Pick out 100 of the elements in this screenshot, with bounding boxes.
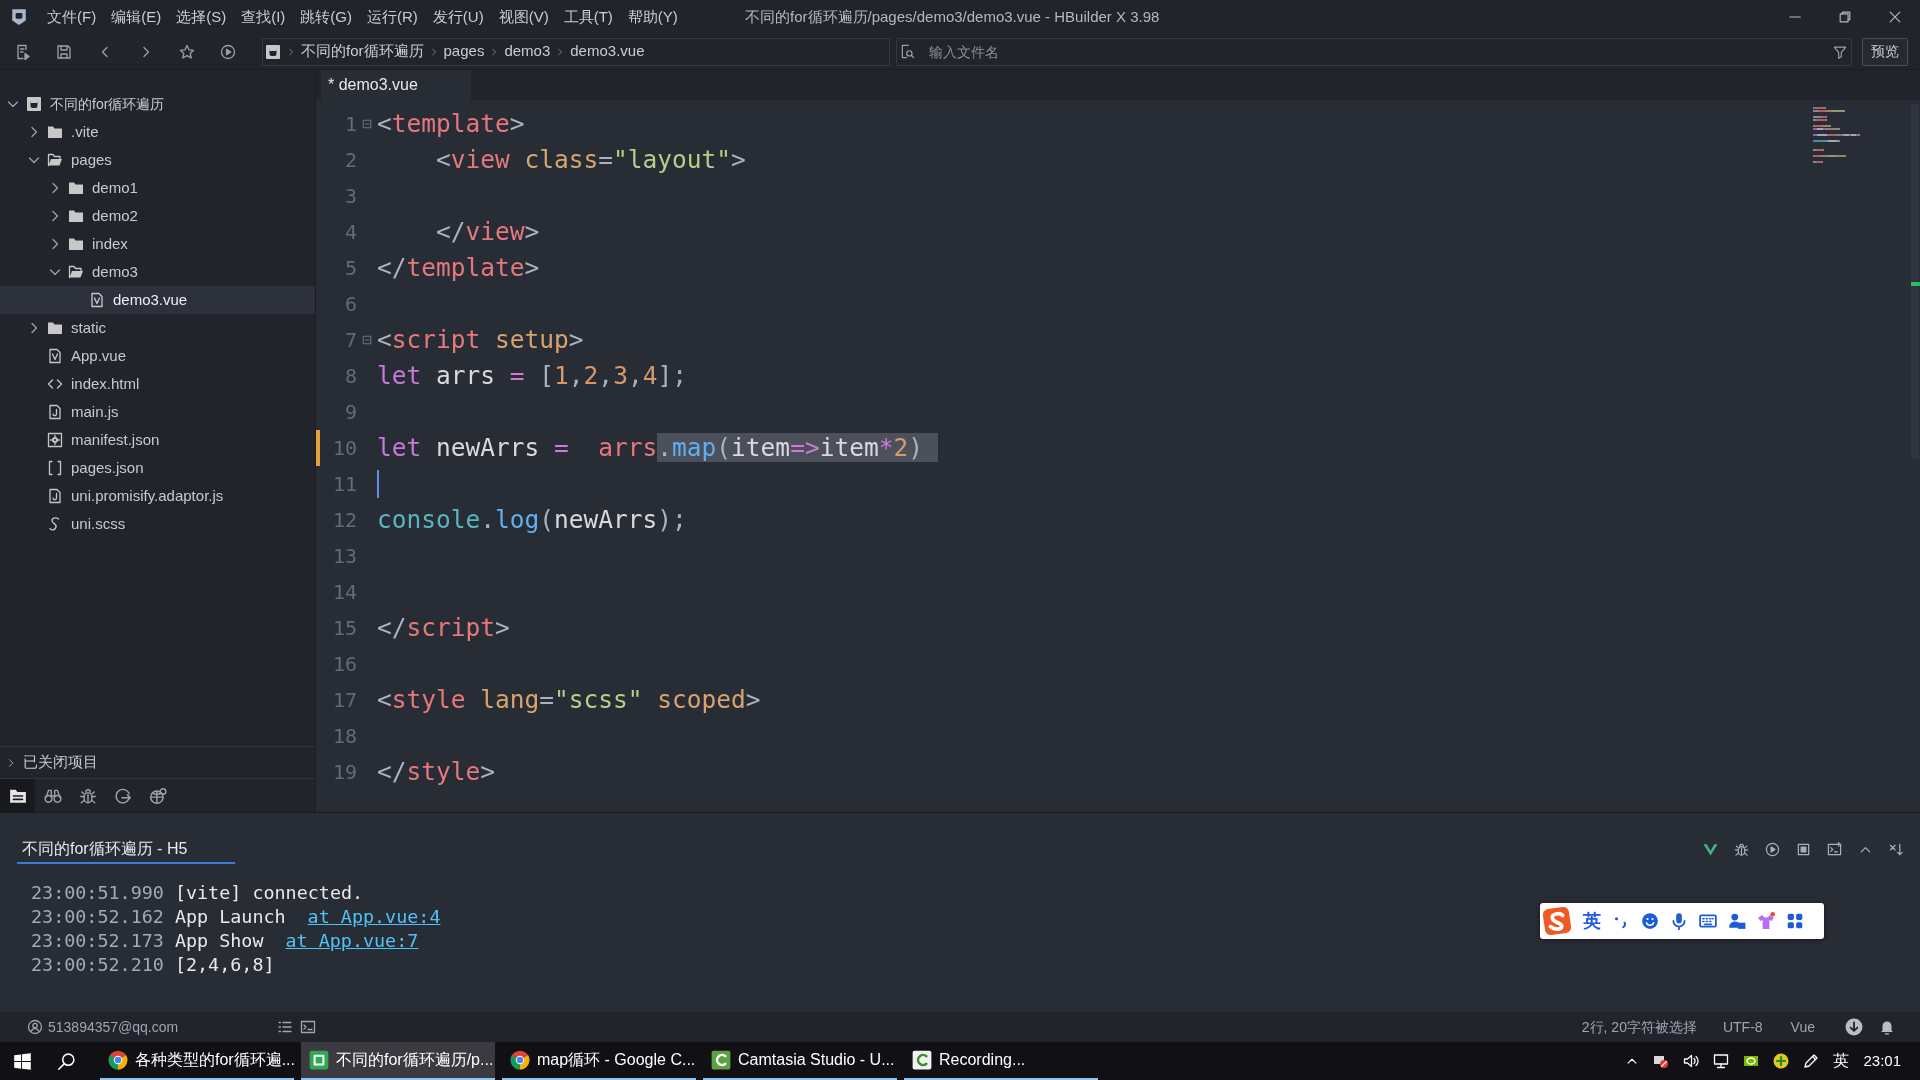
input-mode-indicator[interactable]: 英 <box>1833 1049 1850 1073</box>
monitor-icon[interactable] <box>1713 1053 1730 1069</box>
tree-item[interactable]: 不同的for循环遍历 <box>0 90 315 118</box>
filter-icon[interactable] <box>1833 44 1847 59</box>
folder-icon <box>68 236 84 252</box>
input-mode-button[interactable]: 英 <box>1583 910 1601 932</box>
bug-icon <box>78 786 97 805</box>
tree-item[interactable]: App.vue <box>0 342 315 370</box>
menu-item[interactable]: 帮助(Y) <box>627 5 678 29</box>
menu-item[interactable]: 跳转(G) <box>300 5 352 29</box>
tree-item[interactable]: uni.scss <box>0 510 315 538</box>
line-number: 17 <box>332 688 357 712</box>
clear-icon[interactable] <box>1889 841 1904 857</box>
app-icon <box>309 1050 329 1070</box>
blocked-icon[interactable] <box>1653 1053 1670 1069</box>
tree-item[interactable]: pages <box>0 146 315 174</box>
ime-logo-icon[interactable] <box>1542 906 1572 936</box>
console-link[interactable]: at App.vue:7 <box>285 929 419 953</box>
project-icon <box>26 96 42 112</box>
taskbar-app-button[interactable]: Recording... <box>904 1042 1098 1080</box>
terminal-plus-icon[interactable] <box>1827 841 1842 857</box>
console-link[interactable]: at App.vue:4 <box>307 905 441 929</box>
menu-item[interactable]: 文件(F) <box>47 5 97 29</box>
file-search-icon <box>900 43 915 59</box>
tree-item[interactable]: manifest.json <box>0 426 315 454</box>
fold-icon[interactable] <box>362 119 372 129</box>
tree-item[interactable]: main.js <box>0 398 315 426</box>
code-line: </style> <box>377 756 496 788</box>
smiley-icon[interactable] <box>1641 912 1659 930</box>
editor-tab[interactable]: * demo3.vue <box>321 70 471 100</box>
tree-item[interactable]: demo3 <box>0 258 315 286</box>
breadcrumb-item[interactable]: 不同的for循环遍历 <box>301 40 424 63</box>
star-icon[interactable] <box>178 43 195 60</box>
play-circle-icon[interactable] <box>1765 841 1780 857</box>
menu-item[interactable]: 编辑(E) <box>111 5 162 29</box>
keyboard-icon[interactable] <box>1699 912 1717 930</box>
shirt-icon[interactable] <box>1757 912 1775 930</box>
v-logo-icon[interactable] <box>1703 841 1718 857</box>
tree-item[interactable]: .vite <box>0 118 315 146</box>
code-line: <script setup> <box>377 324 584 356</box>
taskbar-app-button[interactable]: Camtasia Studio - U... <box>703 1042 897 1080</box>
code-line: <style lang="scss" scoped> <box>377 684 761 716</box>
restore-icon[interactable] <box>1838 10 1852 24</box>
file-search-field[interactable]: 输入文件名 <box>896 37 1852 66</box>
taskbar-app-button[interactable]: 不同的for循环遍历/p... <box>301 1042 495 1080</box>
line-number: 7 <box>344 328 357 352</box>
tree-item[interactable]: static <box>0 314 315 342</box>
volume-icon[interactable] <box>1683 1053 1700 1069</box>
windows-logo-icon[interactable] <box>12 1051 32 1071</box>
tray-app-icon[interactable] <box>1743 1053 1760 1069</box>
menu-item[interactable]: 选择(S) <box>176 5 227 29</box>
taskbar-app-button[interactable]: map循环 - Google C... <box>502 1042 696 1080</box>
tree-item[interactable]: demo1 <box>0 174 315 202</box>
user-badge-icon[interactable] <box>1728 912 1746 930</box>
taskbar-app-button[interactable]: 各种类型的for循环遍... <box>100 1042 294 1080</box>
tree-item[interactable]: demo2 <box>0 202 315 230</box>
menu-item[interactable]: 工具(T) <box>563 5 613 29</box>
line-number: 1 <box>344 112 357 136</box>
sidebar-view-tab[interactable] <box>0 779 35 812</box>
clock-time[interactable]: 23:01 <box>1863 1049 1901 1073</box>
menu-item[interactable]: 运行(R) <box>367 5 418 29</box>
folder-icon <box>47 320 63 336</box>
tree-item[interactable]: pages.json <box>0 454 315 482</box>
closed-projects-item[interactable]: 已关闭项目 <box>0 746 315 778</box>
breadcrumb-item[interactable]: pages <box>443 40 485 63</box>
search-icon[interactable] <box>56 1051 76 1071</box>
pen-icon[interactable] <box>1803 1053 1820 1069</box>
tree-item[interactable]: demo3.vue <box>0 286 315 314</box>
language-mode[interactable]: Vue <box>1790 1016 1815 1038</box>
fold-icon[interactable] <box>362 335 372 345</box>
play-circle-icon[interactable] <box>219 43 236 60</box>
console-message: [vite] connected. <box>174 881 364 905</box>
list-icon[interactable] <box>277 1019 294 1035</box>
tree-item[interactable]: index <box>0 230 315 258</box>
console-tab[interactable]: 不同的for循环遍历 - H5 <box>17 836 235 864</box>
bell-icon[interactable] <box>1879 1019 1895 1035</box>
close-icon[interactable] <box>1888 10 1902 24</box>
document-icon[interactable] <box>14 43 31 60</box>
tree-item[interactable]: index.html <box>0 370 315 398</box>
stop-icon[interactable] <box>1796 841 1811 857</box>
grid-icon[interactable] <box>1786 912 1804 930</box>
plus-circle-icon[interactable] <box>1773 1053 1790 1069</box>
download-icon[interactable] <box>1845 1018 1863 1036</box>
menu-item[interactable]: 视图(V) <box>498 5 549 29</box>
menu-item[interactable]: 查找(I) <box>241 5 286 29</box>
bug-icon[interactable] <box>1734 841 1749 857</box>
code-line: <view class="layout"> <box>435 144 746 176</box>
save-icon[interactable] <box>55 43 72 60</box>
menu-item[interactable]: 发行(U) <box>432 5 484 29</box>
line-number: 10 <box>332 436 357 460</box>
microphone-icon[interactable] <box>1670 912 1688 930</box>
encoding-status[interactable]: UTF-8 <box>1722 1016 1763 1038</box>
tree-item[interactable]: uni.promisify.adaptor.js <box>0 482 315 510</box>
terminal-icon[interactable] <box>300 1019 317 1035</box>
breadcrumb-item[interactable]: demo3 <box>504 40 551 63</box>
scrollbar-thumb[interactable] <box>1911 104 1919 459</box>
preview-button[interactable]: 预览 <box>1862 37 1908 66</box>
line-number: 8 <box>344 364 357 388</box>
breadcrumb-item[interactable]: demo3.vue <box>570 40 645 63</box>
gear-file-icon <box>47 432 63 448</box>
